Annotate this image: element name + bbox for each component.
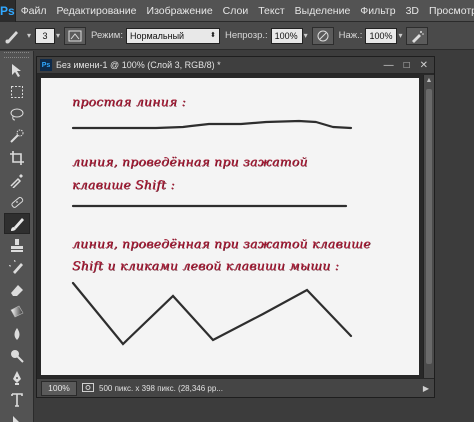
brush-tool-icon[interactable] xyxy=(4,213,30,234)
document-tab[interactable]: Ps Без имени-1 @ 100% (Слой 3, RGB/8) * … xyxy=(37,57,434,74)
document-title: Без имени-1 @ 100% (Слой 3, RGB/8) * xyxy=(56,60,221,70)
opacity-label: Непрозр.: xyxy=(224,30,268,41)
chevron-down-icon[interactable]: ▾ xyxy=(27,31,31,40)
gradient-tool-icon[interactable] xyxy=(4,301,30,322)
document-ps-icon: Ps xyxy=(40,59,52,71)
healing-brush-tool-icon[interactable] xyxy=(4,191,30,212)
menu-edit[interactable]: Редактирование xyxy=(52,5,142,17)
scroll-up-icon[interactable]: ▲ xyxy=(424,75,434,86)
menu-filter[interactable]: Фильтр xyxy=(355,5,400,17)
marquee-tool-icon[interactable] xyxy=(4,81,30,102)
document-size-info: 500 пикс. x 398 пикс. (28,346 рр... xyxy=(99,383,223,393)
lasso-tool-icon[interactable] xyxy=(4,103,30,124)
photoshop-window: Ps Файл Редактирование Изображение Слои … xyxy=(0,0,474,422)
opacity-pressure-icon[interactable] xyxy=(311,26,334,45)
menu-3d[interactable]: 3D xyxy=(401,5,424,17)
menu-layers[interactable]: Слои xyxy=(218,5,254,17)
status-bar: 100% 500 пикс. x 398 пикс. (28,346 рр...… xyxy=(37,378,434,397)
path-select-tool-icon[interactable] xyxy=(4,411,30,422)
mode-value: Нормальный xyxy=(129,30,185,41)
polyline-shift-click xyxy=(71,281,353,346)
photoshop-logo: Ps xyxy=(0,0,16,22)
brush-panel-toggle-icon[interactable] xyxy=(64,26,87,45)
options-bar: ▾ 3 ▾ Режим: Нормальный ⬍ Непрозр.: 100%… xyxy=(0,22,474,50)
menu-select[interactable]: Выделение xyxy=(290,5,356,17)
chevron-down-icon[interactable]: ▾ xyxy=(304,31,308,40)
document-window: Ps Без имени-1 @ 100% (Слой 3, RGB/8) * … xyxy=(36,56,435,398)
mode-select[interactable]: Нормальный ⬍ xyxy=(125,27,220,44)
minimize-icon[interactable]: — xyxy=(384,60,394,71)
blur-tool-icon[interactable] xyxy=(4,323,30,344)
eyedropper-tool-icon[interactable] xyxy=(4,169,30,190)
document-area: простая линия : линия, проведённая при з… xyxy=(37,75,434,378)
pressure-label: Наж.: xyxy=(338,30,363,41)
workspace-background xyxy=(437,51,474,422)
dodge-tool-icon[interactable] xyxy=(4,345,30,366)
mode-label: Режим: xyxy=(91,30,123,41)
chevron-down-icon[interactable]: ▾ xyxy=(56,31,60,40)
freehand-line xyxy=(71,119,353,130)
vertical-scrollbar[interactable]: ▲ xyxy=(423,75,434,378)
menu-bar: Ps Файл Редактирование Изображение Слои … xyxy=(0,0,474,22)
type-tool-icon[interactable] xyxy=(4,389,30,410)
crop-tool-icon[interactable] xyxy=(4,147,30,168)
close-icon[interactable]: ✕ xyxy=(420,60,428,71)
menu-image[interactable]: Изображение xyxy=(142,5,218,17)
document-info-icon[interactable] xyxy=(82,382,94,394)
panel-grip[interactable] xyxy=(4,52,29,58)
tools-panel xyxy=(0,51,34,422)
updown-arrow-icon: ⬍ xyxy=(210,31,216,39)
drawn-strokes xyxy=(71,119,353,346)
brush-size-field[interactable]: 3 xyxy=(35,27,56,44)
brush-preset-icon[interactable] xyxy=(4,26,22,46)
pen-tool-icon[interactable] xyxy=(4,367,30,388)
menu-view[interactable]: Просмотр xyxy=(424,5,474,17)
chevron-down-icon[interactable]: ▾ xyxy=(398,31,402,40)
zoom-field[interactable]: 100% xyxy=(41,380,77,396)
scroll-thumb[interactable] xyxy=(426,89,432,364)
eraser-tool-icon[interactable] xyxy=(4,279,30,300)
move-tool-icon[interactable] xyxy=(4,59,30,80)
opacity-field[interactable]: 100% xyxy=(270,27,303,44)
history-brush-tool-icon[interactable] xyxy=(4,257,30,278)
airbrush-icon[interactable] xyxy=(406,26,429,45)
chevron-right-icon[interactable]: ▶ xyxy=(423,384,429,393)
maximize-icon[interactable]: □ xyxy=(404,60,410,71)
quick-select-tool-icon[interactable] xyxy=(4,125,30,146)
canvas[interactable]: простая линия : линия, проведённая при з… xyxy=(41,78,419,375)
clone-stamp-tool-icon[interactable] xyxy=(4,235,30,256)
menu-file[interactable]: Файл xyxy=(16,5,52,17)
menu-type[interactable]: Текст xyxy=(253,5,289,17)
pressure-field[interactable]: 100% xyxy=(365,27,398,44)
